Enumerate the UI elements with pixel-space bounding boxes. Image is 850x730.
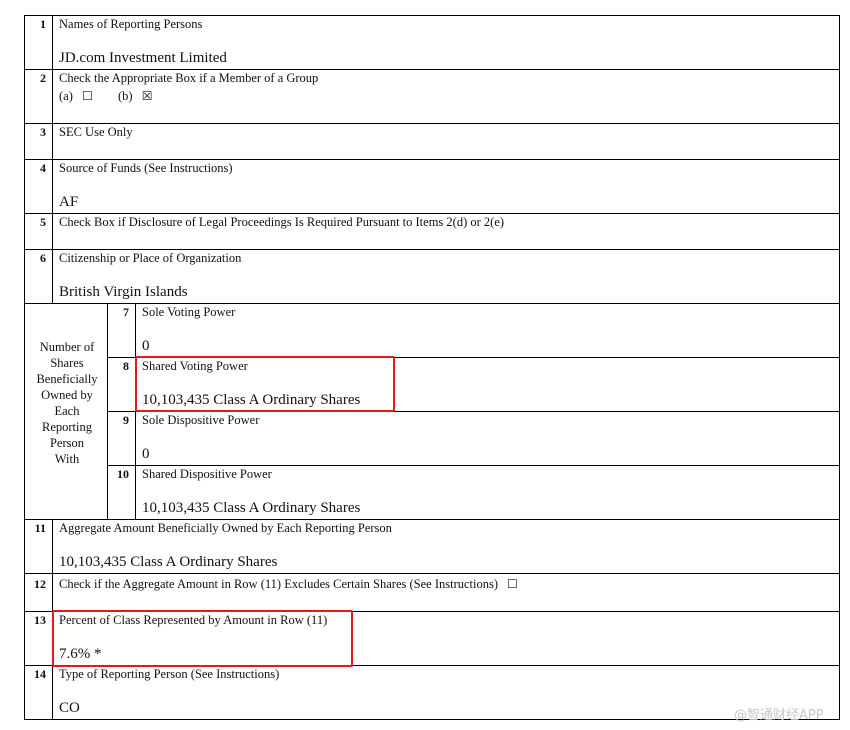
sole-dispositive-power-value: 0 [142, 446, 150, 462]
row-number: 14 [34, 667, 46, 681]
row-label-text: Check if the Aggregate Amount in Row (11… [59, 577, 499, 591]
row-label: Aggregate Amount Beneficially Owned by E… [59, 521, 392, 535]
aggregate-amount-value: 10,103,435 Class A Ordinary Shares [59, 554, 278, 570]
row-number: 2 [40, 71, 46, 85]
row-number: 3 [40, 125, 46, 139]
row-number: 7 [123, 305, 129, 319]
table-top-border [24, 15, 840, 16]
row-number: 11 [34, 521, 46, 535]
row-label: Sole Dispositive Power [142, 413, 260, 427]
option-a-label: (a) [59, 89, 73, 103]
sole-voting-power-value: 0 [142, 338, 150, 354]
source-of-funds-value: AF [59, 194, 79, 210]
option-a-checkbox[interactable]: ☐ [82, 89, 93, 104]
row-sep-1 [24, 69, 840, 70]
group-option-a: (a) ☐ [59, 89, 93, 104]
row-sep-10 [24, 519, 840, 520]
row-sep-6 [24, 303, 840, 304]
row-label: Sole Voting Power [142, 305, 236, 319]
side-label-line: Owned by [41, 388, 93, 402]
side-label-line: Reporting [42, 420, 92, 434]
side-label-line: With [54, 452, 80, 466]
excludes-shares-checkbox[interactable]: ☐ [507, 577, 518, 592]
percent-of-class-highlight [52, 610, 353, 667]
row-sep-9 [107, 465, 840, 466]
row-number: 5 [40, 215, 46, 229]
option-b-label: (b) [118, 89, 133, 103]
row-sep-4 [24, 213, 840, 214]
row-number: 6 [40, 251, 46, 265]
row-sep-2 [24, 123, 840, 124]
watermark-text: @智通财经APP [734, 708, 824, 723]
schedule-13d-cover-table: 1 Names of Reporting Persons JD.com Inve… [0, 0, 850, 730]
shared-voting-power-highlight [135, 356, 395, 412]
row-number: 13 [34, 613, 46, 627]
side-label-line: Each [54, 404, 80, 418]
table-bottom-border [24, 719, 840, 720]
row-label: Check Box if Disclosure of Legal Proceed… [59, 215, 505, 229]
row-sep-3 [24, 159, 840, 160]
shared-dispositive-power-value: 10,103,435 Class A Ordinary Shares [142, 500, 361, 516]
row-sep-5 [24, 249, 840, 250]
row-sep-11 [24, 573, 840, 574]
row-label: Check if the Aggregate Amount in Row (11… [59, 577, 518, 592]
row-number: 10 [117, 467, 129, 481]
row-number: 4 [40, 161, 46, 175]
citizenship-value: British Virgin Islands [59, 284, 188, 300]
row-label: Check the Appropriate Box if a Member of… [59, 71, 319, 85]
side-label-line: Shares [50, 356, 84, 370]
row-label: SEC Use Only [59, 125, 133, 139]
row-number: 9 [123, 413, 129, 427]
table-right-border [839, 15, 840, 720]
side-label-line: Beneficially [36, 372, 98, 386]
side-label-line: Person [49, 436, 85, 450]
row-label: Shared Dispositive Power [142, 467, 272, 481]
reporting-person-name: JD.com Investment Limited [59, 50, 227, 66]
option-b-checkbox[interactable]: ☒ [142, 89, 153, 104]
row-label: Source of Funds (See Instructions) [59, 161, 233, 175]
row-number: 1 [40, 17, 46, 31]
row-number: 12 [34, 577, 46, 591]
row-label: Citizenship or Place of Organization [59, 251, 242, 265]
row-label: Names of Reporting Persons [59, 17, 203, 31]
side-label-line: Number of [39, 340, 95, 354]
row-number: 8 [123, 359, 129, 373]
reporting-person-type-value: CO [59, 700, 80, 716]
beneficial-ownership-side-label: Number of Shares Beneficially Owned by E… [25, 339, 109, 467]
group-option-b: (b) ☒ [118, 89, 152, 104]
row-label: Type of Reporting Person (See Instructio… [59, 667, 280, 681]
